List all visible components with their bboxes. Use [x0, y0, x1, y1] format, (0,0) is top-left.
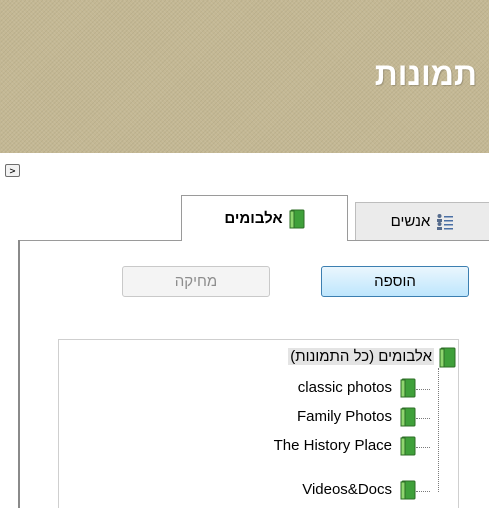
album-book-icon [400, 436, 416, 456]
delete-album-button[interactable]: מחיקה [122, 266, 270, 297]
tree-item-label: Family Photos [296, 408, 392, 425]
albums-tree: אלבומים (כל התמונות) classic photos Fami… [58, 339, 459, 508]
tree-item-label: classic photos [297, 379, 392, 396]
tab-albums[interactable]: אלבומים [181, 195, 348, 241]
album-book-icon [400, 378, 416, 398]
album-book-icon [400, 480, 416, 500]
tab-albums-label: אלבומים [224, 210, 283, 227]
tree-connector [438, 368, 439, 492]
content-border [18, 240, 20, 508]
album-book-icon [400, 407, 416, 427]
tree-branch [416, 418, 430, 419]
tab-people[interactable]: אנשים [355, 202, 489, 240]
tab-bar: אנשים אלבומים [0, 195, 489, 241]
album-book-icon [289, 209, 305, 228]
tree-item-label: The History Place [273, 437, 392, 454]
tree-branch [416, 447, 430, 448]
tree-branch [416, 491, 430, 492]
tree-item-album[interactable]: Family Photos [170, 407, 430, 429]
album-book-icon [439, 347, 456, 368]
tree-branch [416, 389, 430, 390]
add-album-button[interactable]: הוספה [321, 266, 469, 297]
collapse-panel-button[interactable]: > [5, 164, 20, 177]
tab-people-label: אנשים [390, 213, 431, 230]
people-list-icon [437, 213, 454, 230]
page-title: תמונות [374, 56, 477, 92]
tree-root-label: אלבומים (כל התמונות) [288, 348, 434, 365]
tree-item-album[interactable]: The History Place [170, 436, 430, 458]
tree-root-item[interactable]: אלבומים (כל התמונות) [156, 347, 456, 369]
tree-item-album[interactable]: classic photos [170, 378, 430, 400]
tree-item-album[interactable]: Videos&Docs [170, 480, 430, 502]
app-header: תמונות [0, 0, 489, 153]
tree-item-label: Videos&Docs [302, 481, 392, 498]
